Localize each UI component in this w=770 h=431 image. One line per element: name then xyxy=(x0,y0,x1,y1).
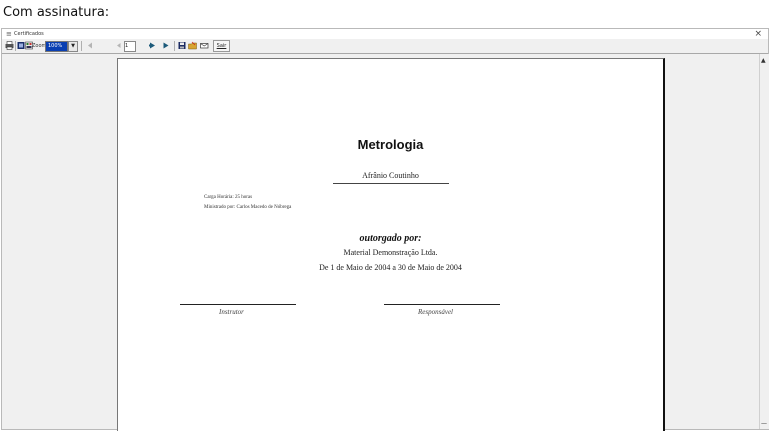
toolbar-separator xyxy=(15,41,16,51)
report-toolbar: Zoom: 100% ▼ 1 Sair xyxy=(2,39,768,54)
sair-button[interactable]: Sair xyxy=(213,40,230,52)
save-icon[interactable] xyxy=(178,41,186,51)
vertical-scrollbar[interactable]: ▲ — xyxy=(759,54,769,429)
next-page-icon[interactable] xyxy=(149,41,157,51)
course-title: Metrologia xyxy=(357,137,424,152)
student-name: Afrânio Coutinho xyxy=(362,171,419,180)
open-folder-icon[interactable] xyxy=(188,41,197,51)
course-period: De 1 de Maio de 2004 a 30 de Maio de 200… xyxy=(319,263,462,272)
email-icon[interactable] xyxy=(200,41,209,51)
title-bar: ≡ Certificados × xyxy=(2,29,768,39)
print-icon[interactable] xyxy=(5,41,14,51)
prev-page-icon[interactable] xyxy=(115,41,122,51)
responsavel-signature-line xyxy=(384,304,500,305)
certificados-window: ≡ Certificados × Zoom: 100% ▼ 1 Sair Met… xyxy=(1,28,769,431)
zoom-select[interactable]: 100% xyxy=(45,41,68,52)
close-button[interactable]: × xyxy=(754,29,762,39)
certificate-page: Metrologia Afrânio Coutinho Carga Horári… xyxy=(117,58,665,431)
company-name: Material Demonstração Ltda. xyxy=(343,248,438,257)
window-menu-icon[interactable]: ≡ xyxy=(6,29,12,39)
carga-horaria: Carga Horária: 25 horas xyxy=(204,195,253,200)
instrutor-label: Instrutor xyxy=(219,308,244,316)
grid-icon[interactable] xyxy=(17,41,25,51)
caption-text: Com assinatura: xyxy=(3,5,110,20)
zoom-value: 100% xyxy=(48,43,63,49)
last-page-icon[interactable] xyxy=(162,41,170,51)
preview-area: Metrologia Afrânio Coutinho Carga Horári… xyxy=(2,54,758,431)
toolbar-separator xyxy=(81,41,82,51)
page-number-input[interactable]: 1 xyxy=(124,41,136,52)
instrutor-signature-line xyxy=(180,304,296,305)
scroll-down-icon[interactable]: — xyxy=(761,420,767,427)
student-underline xyxy=(333,183,449,184)
toolbar-separator xyxy=(174,41,175,51)
window-title: Certificados xyxy=(14,31,44,37)
outorgado-por-label: outorgado por: xyxy=(359,233,422,244)
scroll-up-icon[interactable]: ▲ xyxy=(761,57,766,64)
first-page-icon[interactable] xyxy=(86,41,93,51)
ministrado-por: Ministrado por: Carlos Macedo de Nóbrega xyxy=(204,205,292,210)
chevron-down-icon[interactable]: ▼ xyxy=(68,41,78,52)
responsavel-label: Responsável xyxy=(418,308,453,316)
